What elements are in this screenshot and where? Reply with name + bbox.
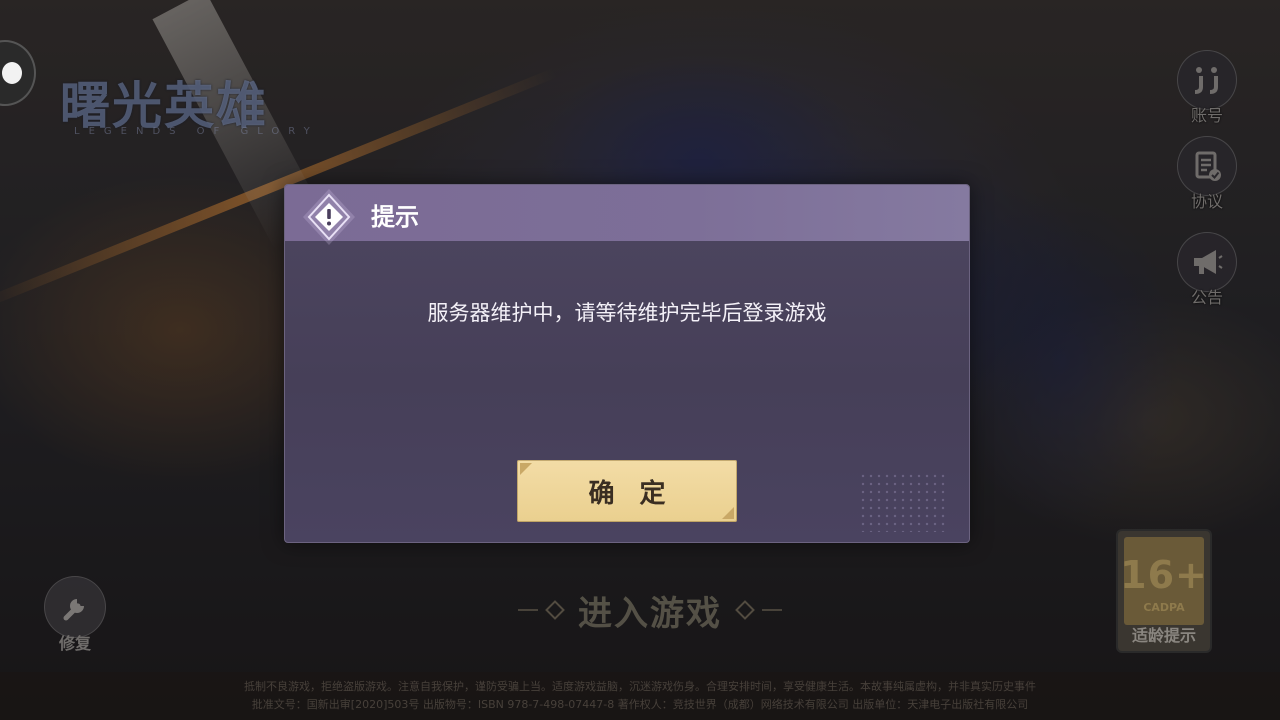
game-logo: 曙光英雄 LEGENDS OF GLORY xyxy=(60,66,390,146)
enter-game-right-line xyxy=(762,609,782,611)
enter-game-button[interactable]: 进入游戏 xyxy=(500,584,800,636)
health-notice-footer: 抵制不良游戏，拒绝盗版游戏。注意自我保护，谨防受骗上当。适度游戏益脑，沉迷游戏伤… xyxy=(0,672,1280,720)
megaphone-icon xyxy=(1177,232,1237,292)
age-rating-org: CADPA xyxy=(1143,601,1185,614)
agreement-button[interactable]: 协议 xyxy=(1176,136,1238,216)
floating-assistant-button[interactable] xyxy=(0,40,36,106)
account-label: 账号 xyxy=(1190,106,1223,125)
game-login-screen: 曙光英雄 LEGENDS OF GLORY 账号 协议 公告 修复 进入游戏 1… xyxy=(0,0,1280,720)
repair-button[interactable]: 修复 xyxy=(44,576,106,656)
dialog-title: 提示 xyxy=(371,203,419,231)
wrench-icon xyxy=(44,576,106,638)
account-button[interactable]: 账号 xyxy=(1176,50,1238,130)
age-rating-number: 16+ xyxy=(1120,553,1208,597)
repair-label: 修复 xyxy=(58,634,91,653)
game-logo-subtitle: LEGENDS OF GLORY xyxy=(74,126,319,137)
maintenance-dialog: 提示 服务器维护中，请等待维护完毕后登录游戏 确 定 xyxy=(284,184,970,543)
enter-game-left-line xyxy=(518,609,538,611)
dialog-message: 服务器维护中，请等待维护完毕后登录游戏 xyxy=(427,301,827,325)
confirm-corner-top-left xyxy=(520,463,532,475)
enter-game-right-diamond xyxy=(735,600,755,620)
notice-button[interactable]: 公告 xyxy=(1176,232,1238,312)
confirm-button-label: 确 定 xyxy=(588,478,674,509)
jj-logo-icon xyxy=(1177,50,1237,110)
confirm-button[interactable]: 确 定 xyxy=(517,460,737,522)
warning-emblem-icon xyxy=(301,187,357,247)
age-rating-badge[interactable]: 16+ CADPA 适龄提示 xyxy=(1116,529,1212,653)
confirm-corner-bottom-right xyxy=(722,507,734,519)
document-check-icon xyxy=(1177,136,1237,196)
notice-label: 公告 xyxy=(1190,288,1223,307)
dialog-dot-pattern xyxy=(859,472,949,532)
enter-game-label: 进入游戏 xyxy=(578,593,722,634)
health-notice-line-2: 批准文号：国新出审[2020]503号 出版物号：ISBN 978-7-498-… xyxy=(251,698,1029,711)
agreement-label: 协议 xyxy=(1190,192,1223,211)
enter-game-left-diamond xyxy=(545,600,565,620)
health-notice-line-1: 抵制不良游戏，拒绝盗版游戏。注意自我保护，谨防受骗上当。适度游戏益脑，沉迷游戏伤… xyxy=(244,680,1036,693)
age-rating-caption: 适龄提示 xyxy=(1131,626,1196,645)
